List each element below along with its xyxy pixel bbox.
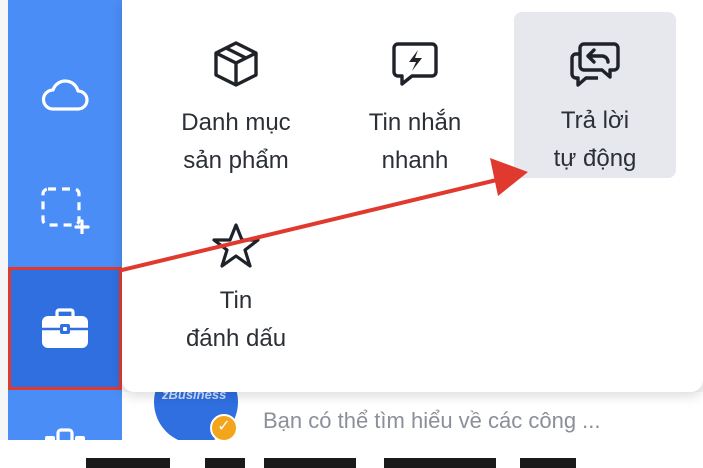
sidebar-item-cloud[interactable] bbox=[8, 45, 122, 145]
auto-reply-icon bbox=[567, 38, 623, 90]
briefcase-icon bbox=[42, 307, 88, 348]
tool-label-line1: Danh mục bbox=[181, 109, 291, 136]
select-area-icon bbox=[41, 187, 90, 234]
tool-label-line2: sản phẩm bbox=[183, 147, 289, 174]
verified-check-icon: ✓ bbox=[210, 414, 238, 440]
tool-label-line2: đánh dấu bbox=[185, 325, 287, 352]
caption-fragment bbox=[264, 458, 356, 468]
tool-label-line2: nhanh bbox=[381, 147, 449, 174]
message-preview: Bạn có thể tìm hiểu về các công ... bbox=[263, 408, 601, 433]
tool-label-line1: Tin bbox=[219, 287, 253, 314]
tool-label-line1: Trả lời bbox=[560, 107, 630, 134]
verified-badge: ✓ bbox=[210, 414, 238, 440]
tool-label-line2: tự động bbox=[553, 145, 637, 172]
tool-auto-reply[interactable]: Trả lời tự động bbox=[514, 12, 676, 178]
sidebar-item-business-tools[interactable] bbox=[8, 267, 122, 390]
box-icon bbox=[208, 36, 264, 92]
cloud-icon bbox=[41, 79, 89, 111]
caption-fragment bbox=[520, 458, 576, 468]
tool-label-line1: Tin nhắn bbox=[368, 109, 462, 136]
caption-fragment bbox=[384, 458, 496, 468]
screen: zBusiness ✓ Bạn có thể tìm hiểu về các c… bbox=[0, 0, 703, 468]
tool-product-catalog[interactable]: Danh mục sản phẩm bbox=[158, 36, 314, 180]
caption-fragment bbox=[86, 458, 170, 468]
quick-message-icon bbox=[387, 36, 443, 92]
tool-quick-message[interactable]: Tin nhắn nhanh bbox=[340, 36, 490, 180]
sidebar-item-select-area[interactable] bbox=[8, 160, 122, 260]
star-icon bbox=[208, 218, 264, 274]
tool-starred-messages[interactable]: Tin đánh dấu bbox=[158, 218, 314, 358]
caption-fragment bbox=[205, 458, 245, 468]
apps-icon bbox=[45, 428, 85, 440]
